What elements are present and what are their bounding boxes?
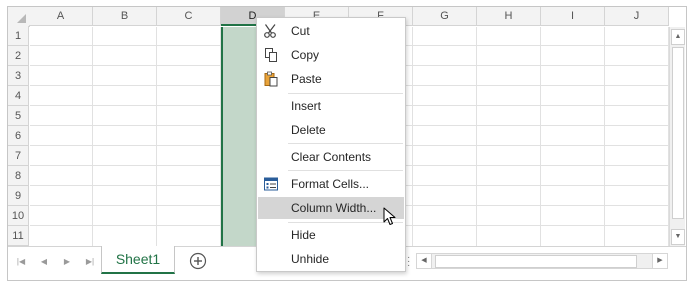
column-header-g[interactable]: G xyxy=(413,7,477,26)
horizontal-scroll-thumb[interactable] xyxy=(435,255,637,268)
column-header-j[interactable]: J xyxy=(605,7,669,26)
paste-icon xyxy=(264,71,278,87)
row-header-5[interactable]: 5 xyxy=(8,106,29,126)
copy-icon xyxy=(265,48,277,62)
row-header-2[interactable]: 2 xyxy=(8,46,29,66)
row-header-9[interactable]: 9 xyxy=(8,186,29,206)
menu-item-label: Copy xyxy=(291,48,320,62)
grid-line xyxy=(412,27,413,246)
menu-item-cut[interactable]: Cut xyxy=(258,20,404,42)
grid-line xyxy=(540,27,541,246)
scissors-icon xyxy=(264,24,276,38)
row-header-4[interactable]: 4 xyxy=(8,86,29,106)
scroll-down-icon[interactable]: ▼ xyxy=(671,229,685,245)
scroll-up-icon[interactable]: ▲ xyxy=(671,29,685,45)
menu-separator xyxy=(288,170,403,171)
next-sheet-icon[interactable]: ▶ xyxy=(60,255,74,269)
row-header-6[interactable]: 6 xyxy=(8,126,29,146)
context-menu: Cut Copy Paste Insert Delete Clear Conte… xyxy=(256,17,406,272)
row-header-7[interactable]: 7 xyxy=(8,146,29,166)
column-header-c[interactable]: C xyxy=(157,7,221,26)
menu-item-label: Cut xyxy=(291,24,310,38)
row-header-10[interactable]: 10 xyxy=(8,206,29,226)
menu-item-clear-contents[interactable]: Clear Contents xyxy=(258,146,404,168)
mouse-pointer-icon xyxy=(383,207,396,225)
selected-column-d[interactable] xyxy=(221,27,257,246)
menu-item-label: Delete xyxy=(291,123,326,137)
menu-item-format-cells[interactable]: Format Cells... xyxy=(258,173,404,195)
horizontal-scrollbar[interactable]: ◀ ▶ xyxy=(416,253,668,269)
grid-line xyxy=(476,27,477,246)
menu-item-label: Unhide xyxy=(291,252,330,266)
vertical-scroll-thumb[interactable] xyxy=(672,47,684,219)
select-all-triangle-icon xyxy=(17,14,26,23)
menu-separator xyxy=(288,93,403,94)
menu-item-insert[interactable]: Insert xyxy=(258,95,404,117)
last-sheet-icon[interactable]: ▶| xyxy=(83,255,97,269)
tab-splitter-icon[interactable]: · · · xyxy=(407,253,411,271)
column-header-h[interactable]: H xyxy=(477,7,541,26)
grid-line xyxy=(92,27,93,246)
menu-item-label: Clear Contents xyxy=(291,150,372,164)
scroll-left-icon[interactable]: ◀ xyxy=(417,254,432,268)
row-header-8[interactable]: 8 xyxy=(8,166,29,186)
row-header-11[interactable]: 11 xyxy=(8,226,29,246)
menu-item-hide[interactable]: Hide xyxy=(258,224,404,246)
menu-item-label: Format Cells... xyxy=(291,177,370,191)
select-all-corner[interactable] xyxy=(8,7,30,27)
grid-line xyxy=(604,27,605,246)
scroll-right-icon[interactable]: ▶ xyxy=(652,254,667,268)
menu-item-label: Paste xyxy=(291,72,322,86)
row-header-3[interactable]: 3 xyxy=(8,66,29,86)
vertical-scrollbar[interactable]: ▲ ▼ xyxy=(669,27,685,246)
grid-line xyxy=(156,27,157,246)
menu-item-paste[interactable]: Paste xyxy=(258,68,404,90)
menu-item-delete[interactable]: Delete xyxy=(258,119,404,141)
sheet-tab-sheet1[interactable]: Sheet1 xyxy=(101,246,175,274)
column-header-a[interactable]: A xyxy=(29,7,93,26)
column-header-i[interactable]: I xyxy=(541,7,605,26)
menu-item-label: Hide xyxy=(291,228,316,242)
menu-separator xyxy=(288,143,403,144)
menu-item-label: Column Width... xyxy=(291,201,377,215)
plus-circle-icon[interactable] xyxy=(189,252,207,270)
row-header-1[interactable]: 1 xyxy=(8,26,29,46)
first-sheet-icon[interactable]: |◀ xyxy=(14,255,28,269)
prev-sheet-icon[interactable]: ◀ xyxy=(37,255,51,269)
menu-item-label: Insert xyxy=(291,99,322,113)
menu-item-copy[interactable]: Copy xyxy=(258,44,404,66)
format-cells-icon xyxy=(264,177,278,191)
menu-item-unhide[interactable]: Unhide xyxy=(258,248,404,270)
column-header-b[interactable]: B xyxy=(93,7,157,26)
